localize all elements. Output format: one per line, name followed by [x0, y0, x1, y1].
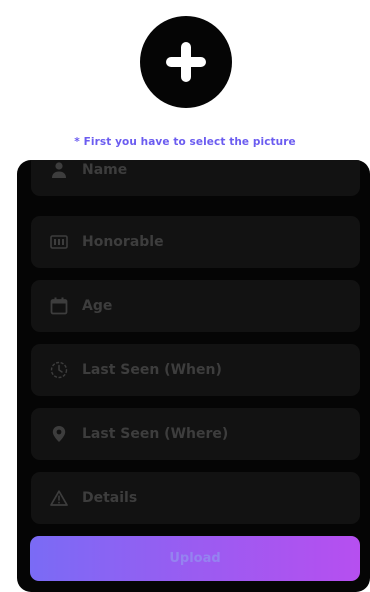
- honorable-field[interactable]: Honorable: [31, 216, 360, 268]
- upload-button[interactable]: Upload: [30, 536, 360, 581]
- age-field[interactable]: Age: [31, 280, 360, 332]
- name-placeholder: Name: [82, 162, 128, 178]
- last-seen-when-placeholder: Last Seen (When): [82, 362, 222, 378]
- details-field[interactable]: Details: [31, 472, 360, 524]
- plus-icon: [166, 42, 206, 82]
- clock-icon: [49, 360, 69, 380]
- calendar-icon: [49, 296, 69, 316]
- last-seen-when-field[interactable]: Last Seen (When): [31, 344, 360, 396]
- age-placeholder: Age: [82, 298, 113, 314]
- name-field[interactable]: Name: [31, 160, 360, 196]
- location-pin-icon: [49, 424, 69, 444]
- last-seen-where-field[interactable]: Last Seen (Where): [31, 408, 360, 460]
- warning-icon: [49, 488, 69, 508]
- person-icon: [49, 160, 69, 180]
- details-placeholder: Details: [82, 490, 138, 506]
- badge-icon: [49, 232, 69, 252]
- select-picture-hint: * First you have to select the picture: [74, 136, 296, 148]
- add-photo-button[interactable]: [140, 16, 232, 108]
- last-seen-where-placeholder: Last Seen (Where): [82, 426, 229, 442]
- honorable-placeholder: Honorable: [82, 234, 164, 250]
- form-panel: Name Honorable Age Last Seen (When) Last…: [17, 160, 370, 592]
